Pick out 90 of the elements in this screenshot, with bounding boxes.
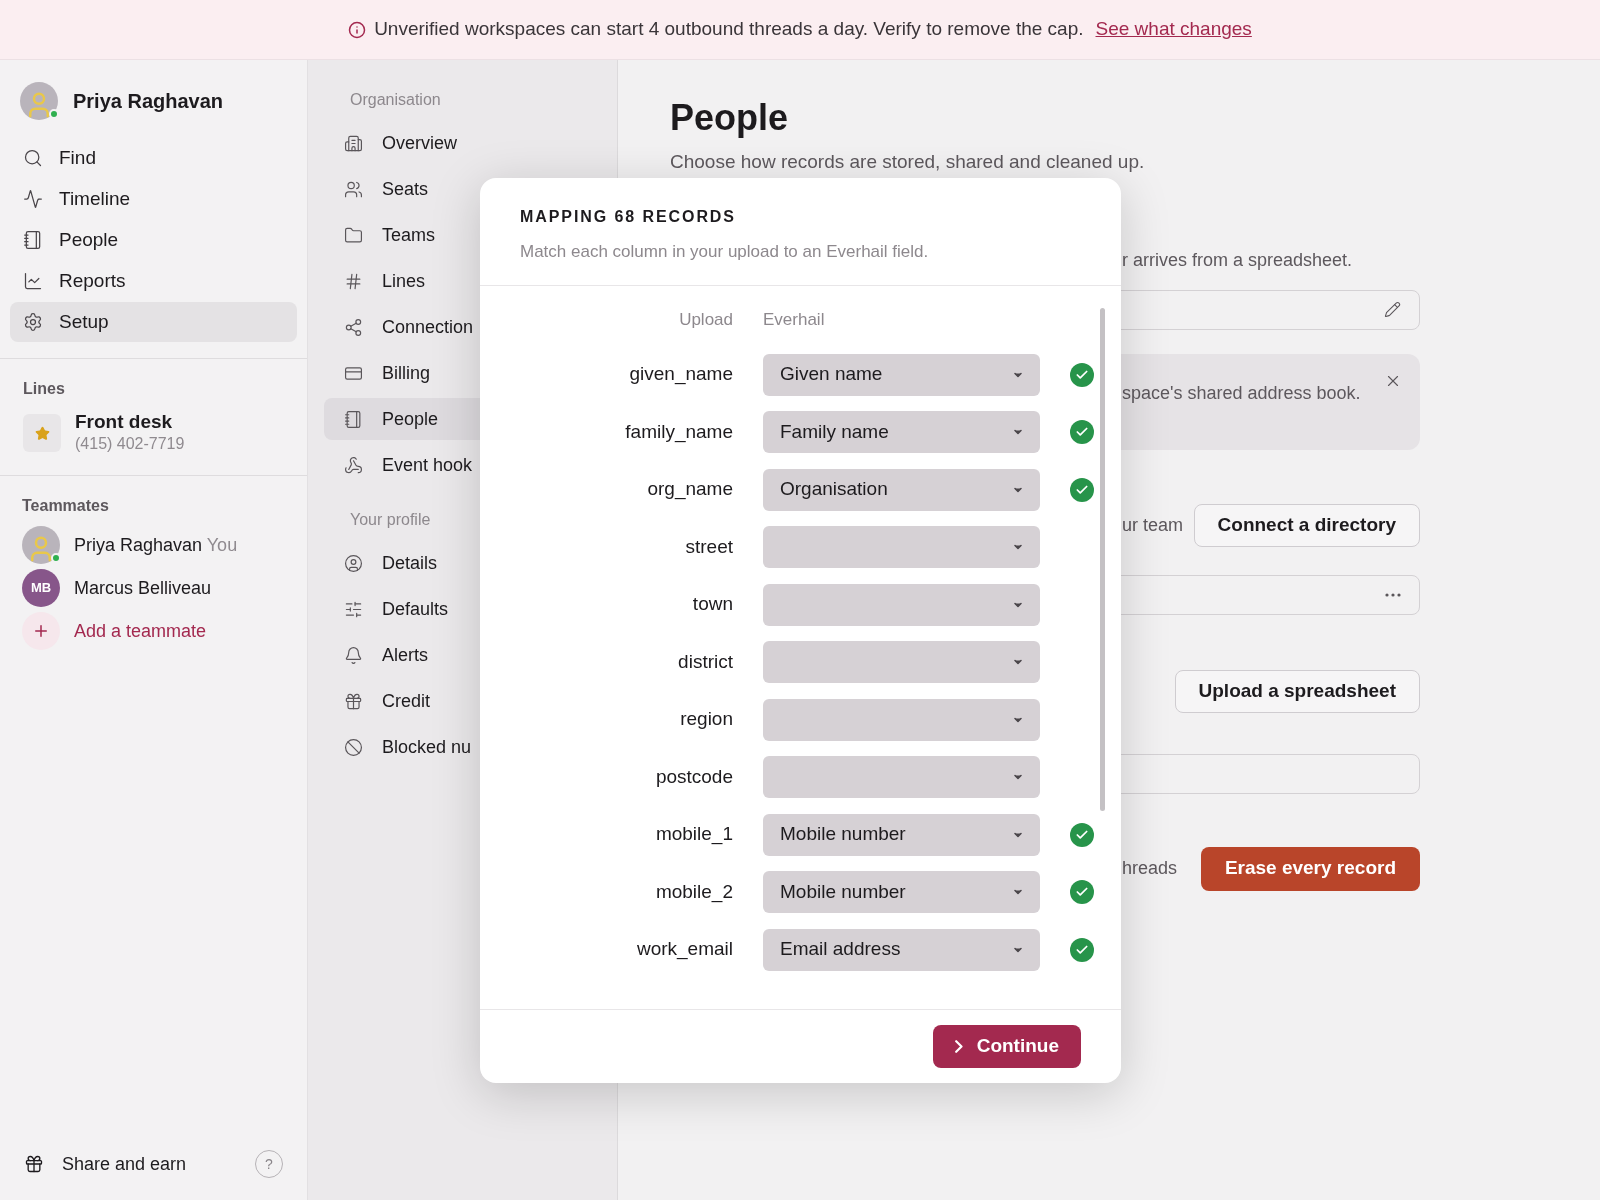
field-select[interactable] [763, 756, 1040, 798]
gift-icon [24, 1154, 44, 1174]
section-heading: Organisation [349, 90, 442, 110]
settings-nav-item[interactable]: Seats [324, 168, 607, 210]
star-icon [34, 425, 50, 441]
page-title: People [670, 96, 790, 140]
upload-column-label: town [691, 592, 733, 617]
ban-icon [344, 737, 363, 757]
field-select[interactable]: Given name [763, 353, 1040, 396]
upload-column-label: postcode [654, 764, 733, 789]
field-select[interactable] [763, 583, 1040, 626]
section-heading: Lines [23, 379, 66, 399]
nav-item[interactable]: Timeline [10, 179, 297, 219]
field-select[interactable]: Mobile number [763, 871, 1040, 913]
line-number: (415) 402-7719 [75, 434, 185, 454]
settings-nav-item[interactable]: Blocked nu [324, 726, 607, 768]
settings-nav-item[interactable]: Details [324, 542, 607, 584]
nav-item[interactable]: Reports [10, 261, 297, 301]
settings-nav-item[interactable]: Connection [324, 306, 607, 348]
field-select[interactable] [763, 698, 1040, 741]
settings-nav-item[interactable]: Credit [324, 680, 607, 722]
section-text: r arrives from a spreadsheet. [1122, 248, 1354, 272]
webhook-icon [344, 455, 363, 475]
bell-icon [344, 645, 363, 665]
search-icon [23, 148, 43, 168]
page-subtitle: Choose how records are stored, shared and cleaned up. [670, 150, 1146, 174]
settings-nav-item[interactable]: Lines [324, 260, 607, 302]
banner-text: Unverified workspaces can start 4 outbound threads a day. Verify to remove the cap. [374, 17, 1084, 42]
line-name[interactable]: Front desk [75, 411, 185, 433]
share-link[interactable]: Share and earn [62, 1150, 187, 1178]
pencil-icon [1384, 301, 1401, 318]
chart-icon [23, 271, 43, 291]
nav-item[interactable]: Find [10, 138, 297, 178]
settings-nav-item[interactable]: Defaults [324, 588, 607, 630]
field-select[interactable]: Mobile number [763, 813, 1040, 856]
erase-records-button[interactable]: Erase every record [1200, 846, 1420, 891]
field-select[interactable]: Family name [763, 411, 1040, 453]
nav-item[interactable]: People [10, 220, 297, 260]
notebook-icon [23, 230, 43, 250]
column-header: Everhail [763, 308, 825, 331]
connect-directory-button[interactable]: Connect a directory [1193, 503, 1420, 547]
banner-link[interactable]: See what changes [1095, 15, 1252, 44]
teammate-name[interactable]: Priya Raghavan You [74, 531, 238, 559]
upload-column-label: district [677, 649, 733, 674]
hash-icon [344, 271, 363, 291]
upload-column-label: family_name [624, 419, 733, 445]
dialog-title: MAPPING 68 RECORDS [520, 207, 737, 227]
upload-column-label: mobile_1 [654, 822, 733, 847]
section-text: hreads [1122, 857, 1178, 880]
chevron-icon [954, 1040, 963, 1053]
settings-nav-item[interactable]: Overview [324, 122, 607, 164]
sliders-icon [344, 599, 363, 619]
section-heading: Your profile [349, 510, 432, 530]
settings-nav-item[interactable]: Alerts [324, 634, 607, 676]
folder-icon [344, 225, 363, 245]
add-teammate-link[interactable]: Add a teammate [74, 617, 207, 645]
nodes-icon [344, 317, 363, 337]
settings-nav-item[interactable]: Billing [324, 352, 607, 394]
upload-column-label: work_email [635, 937, 733, 962]
upload-column-label: region [679, 707, 733, 732]
settings-icon [23, 312, 43, 332]
field-select[interactable]: Organisation [763, 468, 1040, 511]
column-header: Upload [678, 308, 733, 331]
upload-column-label: mobile_2 [654, 879, 733, 905]
plus-icon [32, 622, 50, 640]
section-text: ur team [1122, 513, 1184, 537]
upload-column-label: org_name [646, 477, 733, 502]
field-select[interactable]: Email address [763, 928, 1040, 971]
building-icon [344, 133, 363, 153]
field-select[interactable] [763, 641, 1040, 683]
notice-text: space's shared address book. [1122, 381, 1361, 405]
notebook-icon [344, 409, 363, 429]
upload-column-label: street [684, 534, 733, 559]
upload-spreadsheet-button[interactable]: Upload a spreadsheet [1174, 669, 1420, 713]
info-icon [348, 20, 367, 39]
user-circle-icon [344, 553, 363, 573]
users-icon [344, 179, 363, 199]
avatar: MB [22, 569, 60, 607]
section-heading: Teammates [22, 496, 110, 516]
teammate-name[interactable]: Marcus Belliveau [74, 574, 212, 602]
field-select[interactable] [763, 526, 1040, 568]
nav-item[interactable]: Setup [10, 302, 297, 342]
ellipsis-icon[interactable] [1385, 592, 1401, 597]
settings-nav-item[interactable]: Event hook [324, 444, 607, 486]
upload-column-label: given_name [628, 362, 733, 387]
continue-button[interactable]: Continue [932, 1025, 1081, 1068]
pulse-icon [23, 189, 43, 209]
user-name: Priya Raghavan [73, 89, 224, 114]
dialog-subtitle: Match each column in your upload to an Everhail field. [520, 241, 930, 263]
gift-icon [344, 691, 363, 711]
